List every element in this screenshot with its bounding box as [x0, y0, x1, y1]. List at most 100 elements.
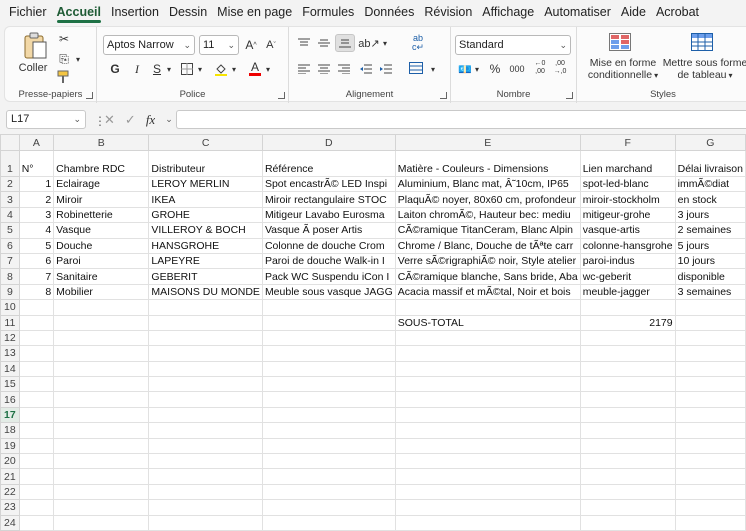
cell[interactable]: Chrome / Blanc, Douche de tÃªte carr — [394, 237, 581, 254]
row-header[interactable]: 2 — [0, 175, 20, 193]
row-header[interactable]: 12 — [0, 329, 20, 347]
chevron-down-icon[interactable]: ▾ — [381, 35, 389, 51]
cell[interactable] — [148, 422, 263, 439]
cell[interactable] — [18, 468, 55, 485]
cell[interactable]: Acacia massif et mÃ©tal, Noir et bois — [394, 283, 581, 301]
row-header[interactable]: 16 — [0, 391, 20, 408]
align-center-icon[interactable] — [315, 61, 333, 77]
cell[interactable]: LEROY MERLIN — [148, 175, 263, 193]
cell[interactable]: Vasque Ã poser Artis — [261, 222, 396, 239]
cell[interactable] — [394, 422, 581, 439]
row-header[interactable]: 14 — [0, 360, 20, 378]
cell[interactable]: immÃ©diat — [674, 175, 746, 193]
wrap-text-icon[interactable]: ab c↵ — [407, 33, 429, 53]
cell[interactable] — [261, 391, 396, 408]
cell[interactable] — [261, 345, 396, 362]
cell[interactable] — [18, 422, 55, 439]
cell[interactable] — [674, 376, 746, 393]
cell[interactable] — [18, 345, 55, 362]
row-header[interactable]: 4 — [0, 206, 20, 224]
cell[interactable]: GROHE — [148, 206, 263, 224]
row-header[interactable]: 10 — [0, 299, 20, 316]
cell[interactable]: 3 — [18, 206, 55, 224]
cell[interactable]: Chambre RDC — [53, 150, 150, 177]
cell[interactable] — [18, 376, 55, 393]
cell[interactable] — [394, 345, 581, 362]
format-as-table-label-2[interactable]: de tableau ▾ — [661, 69, 746, 81]
cell[interactable] — [53, 360, 150, 378]
cell[interactable] — [18, 453, 55, 470]
cell[interactable]: 2 — [18, 191, 55, 208]
cell[interactable]: spot-led-blanc — [579, 175, 676, 193]
cell[interactable] — [53, 422, 150, 439]
cell[interactable] — [53, 514, 150, 531]
cell[interactable] — [148, 406, 263, 424]
underline-button[interactable]: S — [149, 61, 165, 77]
cell[interactable] — [674, 329, 746, 347]
cell[interactable]: Délai livraison — [674, 150, 746, 177]
cell[interactable] — [394, 329, 581, 347]
cell[interactable] — [261, 360, 396, 378]
cell[interactable] — [53, 391, 150, 408]
cell[interactable] — [261, 406, 396, 424]
cell[interactable] — [579, 468, 676, 485]
row-header[interactable]: 21 — [0, 468, 20, 485]
column-header[interactable]: A — [18, 134, 55, 151]
cell[interactable] — [53, 314, 150, 331]
row-header[interactable]: 9 — [0, 283, 20, 301]
cell[interactable] — [18, 406, 55, 424]
row-header[interactable]: 8 — [0, 268, 20, 285]
cell[interactable] — [579, 406, 676, 424]
cell[interactable]: wc-geberit — [579, 268, 676, 285]
menu-item[interactable]: Formules — [297, 0, 359, 24]
select-all-corner[interactable] — [0, 134, 20, 151]
format-painter-icon[interactable] — [55, 69, 73, 85]
align-left-icon[interactable] — [295, 61, 313, 77]
cell[interactable] — [261, 376, 396, 393]
cell[interactable] — [579, 345, 676, 362]
cell[interactable]: 3 semaines — [674, 283, 746, 301]
cell[interactable] — [53, 376, 150, 393]
cell[interactable] — [53, 329, 150, 347]
cell[interactable] — [674, 360, 746, 378]
cell[interactable] — [394, 514, 581, 531]
cell[interactable] — [261, 468, 396, 485]
cell[interactable] — [53, 483, 150, 501]
grow-font-icon[interactable]: A ^ — [243, 36, 259, 54]
cell[interactable]: MAISONS DU MONDE — [148, 283, 263, 301]
cell[interactable] — [394, 468, 581, 485]
cell[interactable]: 5 — [18, 237, 55, 254]
cell[interactable]: Colonne de douche Crom — [261, 237, 396, 254]
cell[interactable]: Spot encastrÃ© LED Inspi — [261, 175, 396, 193]
cell[interactable] — [674, 453, 746, 470]
insert-function-icon[interactable]: fx — [146, 112, 155, 128]
cell[interactable]: GEBERIT — [148, 268, 263, 285]
menu-item[interactable]: Automatiser — [539, 0, 616, 24]
row-header[interactable]: 18 — [0, 422, 20, 439]
cell[interactable]: Miroir — [53, 191, 150, 208]
row-header[interactable]: 7 — [0, 252, 20, 270]
fill-color-icon[interactable] — [213, 61, 229, 77]
cell[interactable] — [18, 483, 55, 501]
font-size-combo[interactable]: 11 ⌄ — [199, 35, 239, 55]
cell[interactable] — [148, 376, 263, 393]
column-header[interactable]: D — [261, 134, 396, 151]
row-header[interactable]: 3 — [0, 191, 20, 208]
number-launcher-icon[interactable] — [566, 92, 573, 99]
cell[interactable] — [394, 360, 581, 378]
cell[interactable] — [394, 391, 581, 408]
cell[interactable]: 3 jours — [674, 206, 746, 224]
chevron-down-icon[interactable]: ▾ — [196, 61, 204, 77]
cell[interactable]: 2 semaines — [674, 222, 746, 239]
cell[interactable] — [261, 499, 396, 516]
column-header[interactable]: B — [53, 134, 150, 151]
conditional-formatting-label-2[interactable]: conditionnelle ▾ — [581, 69, 665, 81]
row-header[interactable]: 15 — [0, 376, 20, 393]
cell[interactable]: 8 — [18, 283, 55, 301]
cell[interactable]: SOUS-TOTAL — [394, 314, 581, 331]
bold-button[interactable]: G — [107, 61, 123, 77]
chevron-down-icon[interactable]: ▾ — [429, 61, 437, 77]
cell[interactable]: mitigeur-grohe — [579, 206, 676, 224]
row-header[interactable]: 6 — [0, 237, 20, 254]
copy-dropdown-icon[interactable]: ▾ — [73, 51, 83, 67]
